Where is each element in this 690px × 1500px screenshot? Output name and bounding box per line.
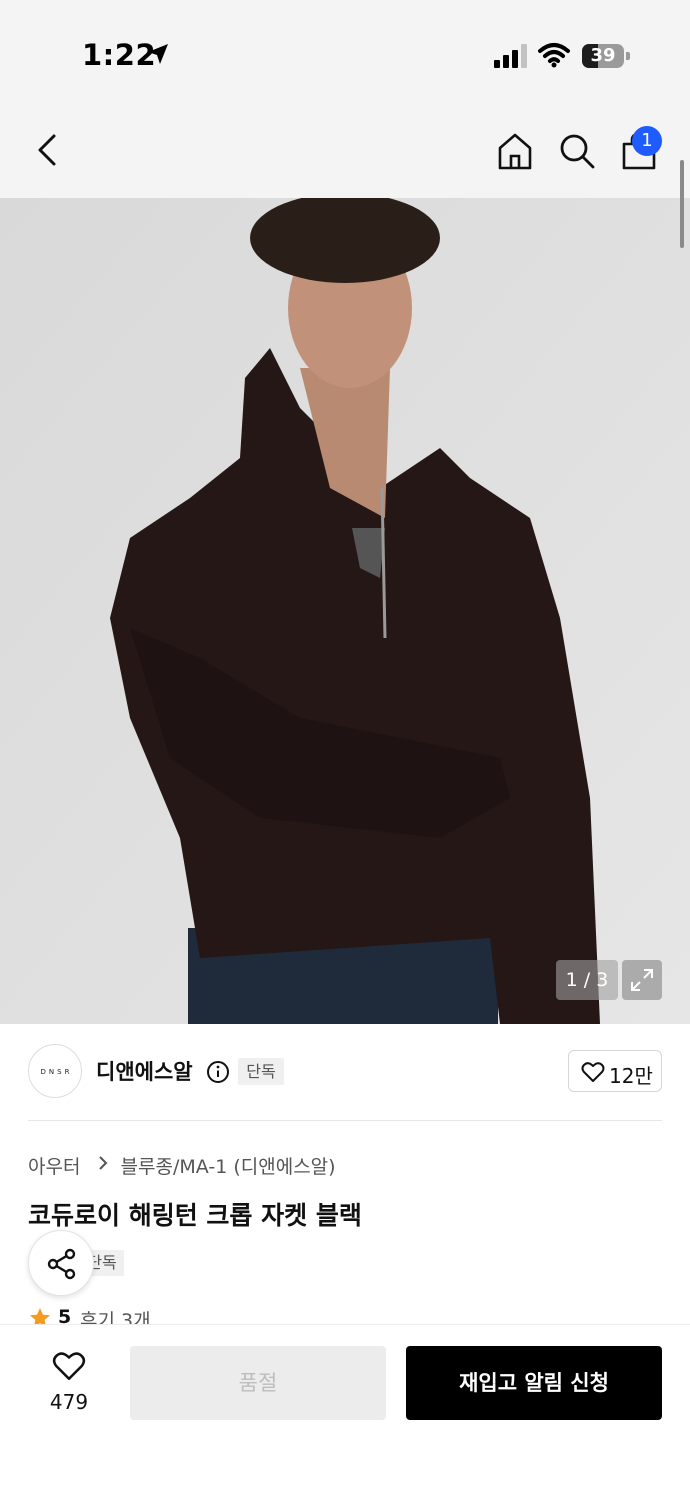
- product-title: 코듀로이 해링턴 크롭 자켓 블랙: [28, 1201, 362, 1230]
- chevron-right-icon: [98, 1156, 107, 1170]
- exclusive-badge: 단독: [238, 1058, 284, 1085]
- breadcrumb: 아우터 블루종/MA-1 (디앤에스알): [28, 1152, 336, 1179]
- search-icon[interactable]: [556, 130, 598, 172]
- info-icon[interactable]: [206, 1060, 230, 1084]
- status-bar: 1:22 39: [0, 0, 690, 100]
- share-icon: [47, 1248, 76, 1280]
- wishlist-button[interactable]: 479: [36, 1346, 102, 1420]
- scroll-indicator[interactable]: [680, 160, 684, 248]
- brand-like-button[interactable]: 12만: [568, 1050, 662, 1092]
- heart-icon: [52, 1352, 86, 1381]
- brand-like-count: 12만: [609, 1064, 653, 1088]
- back-icon[interactable]: [28, 128, 68, 172]
- battery-icon: 39: [582, 44, 630, 68]
- breadcrumb-subcategory[interactable]: 블루종/MA-1 (디앤에스알): [121, 1152, 336, 1179]
- divider: [28, 1120, 662, 1121]
- brand-name[interactable]: 디앤에스알: [96, 1056, 193, 1086]
- signal-icon: [494, 44, 527, 68]
- expand-icon[interactable]: [622, 960, 662, 1000]
- soldout-button[interactable]: 품절: [130, 1346, 386, 1420]
- cart-count-badge: 1: [632, 126, 662, 156]
- location-arrow-icon: [148, 44, 168, 64]
- home-icon[interactable]: [494, 130, 536, 172]
- product-image[interactable]: [0, 198, 690, 1024]
- heart-icon: [581, 1062, 605, 1082]
- image-counter: 1 / 3: [556, 960, 618, 1000]
- nav-header: [0, 100, 690, 198]
- wifi-icon: [538, 43, 570, 68]
- brand-logo[interactable]: DNSR: [28, 1044, 82, 1098]
- breadcrumb-category[interactable]: 아우터: [28, 1152, 80, 1179]
- share-button[interactable]: [28, 1230, 94, 1296]
- wishlist-count: 479: [49, 1390, 89, 1414]
- battery-level: 39: [590, 45, 616, 66]
- restock-alert-button[interactable]: 재입고 알림 신청: [406, 1346, 662, 1420]
